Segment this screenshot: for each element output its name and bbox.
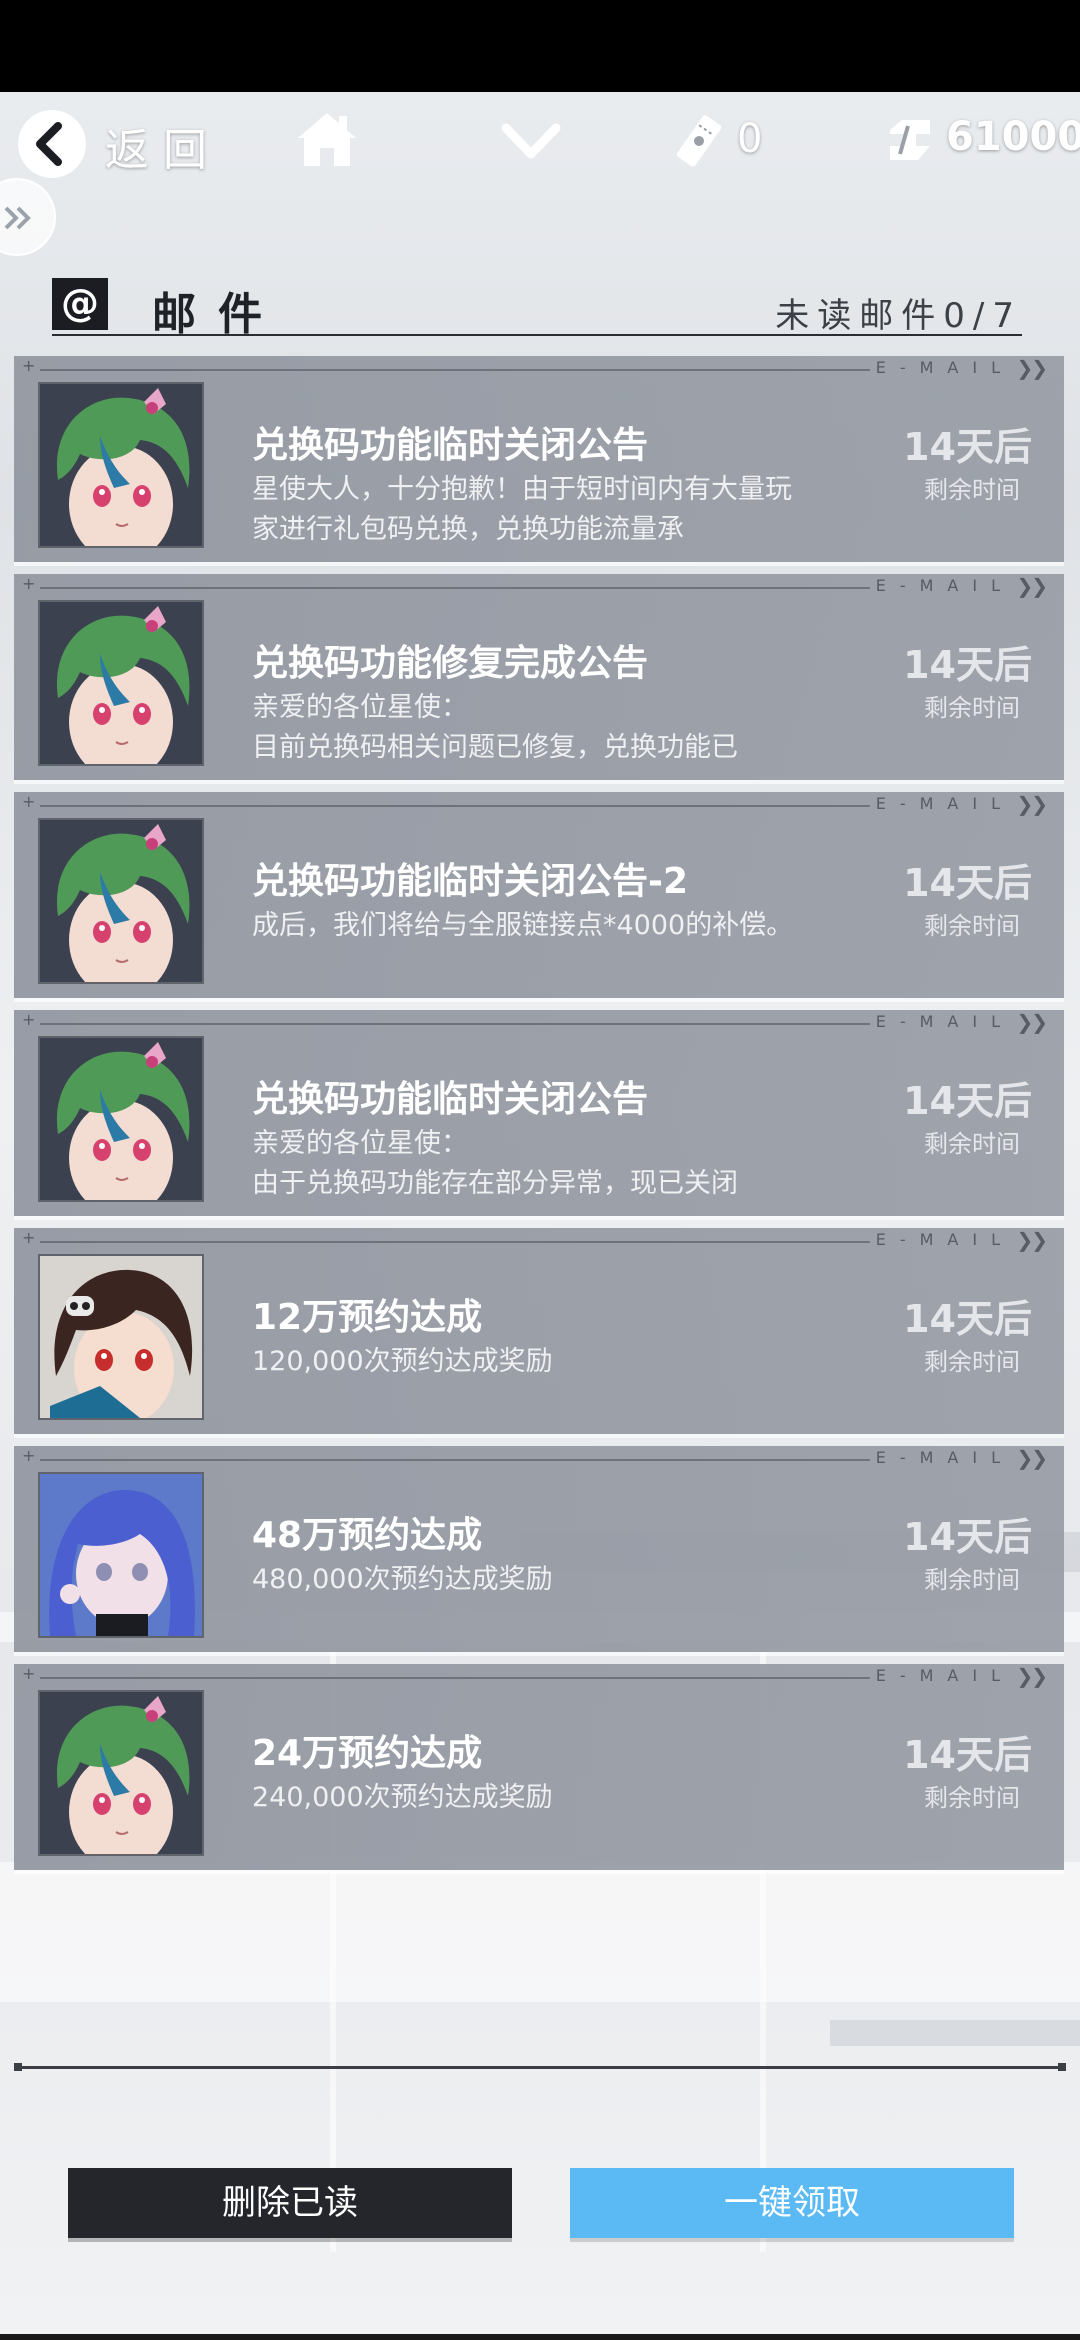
corner-plus-icon: + [22,792,36,811]
mail-item[interactable]: + E-MAIL ❯❯ 48万预约达成 480,000次预约达成奖励 14天后剩余时间 [14,1446,1064,1652]
unread-count: 未读邮件0/7 [775,296,1022,336]
mail-preview: 亲爱的各位星使： 由于兑换码功能存在部分异常，现已关闭 [252,1128,738,1199]
remaining-days: 14天后 [903,643,1032,687]
double-chevron-right-icon: ❯❯ [1016,1010,1047,1034]
mail-preview: 成后，我们将给与全服链接点*4000的补偿。 [252,910,794,941]
brown-hair-avatar [38,1254,204,1420]
mail-title: 24万预约达成 [252,1733,483,1774]
email-tag: E-MAIL [875,1230,1014,1249]
ticket-count: 0 [737,116,763,162]
mail-title: 兑换码功能修复完成公告 [252,643,649,684]
remaining-label: 剩余时间 [924,1348,1020,1376]
remaining-days: 14天后 [903,1733,1032,1777]
mail-title: 兑换码功能临时关闭公告 [252,425,649,466]
top-bar: 返回 0 61000 [0,92,1080,192]
home-icon[interactable] [296,110,358,168]
mail-item[interactable]: + E-MAIL ❯❯ 兑换码功能临时关闭公告-2 成后，我们将给与全服链接点*4000… [14,792,1064,998]
mail-item[interactable]: + E-MAIL ❯❯ 兑换码功能临时关闭公告星使大人，十分抱歉！由于短时间内有大量玩… [14,356,1064,562]
back-button[interactable] [18,110,86,178]
back-label[interactable]: 返回 [105,114,221,178]
mail-title: 兑换码功能临时关闭公告 [252,1079,649,1120]
chevron-down-icon[interactable] [500,122,562,162]
remaining-label: 剩余时间 [924,1130,1020,1158]
link-point-icon [890,120,930,160]
mail-title: 12万预约达成 [252,1297,483,1338]
mail-item[interactable]: + E-MAIL ❯❯ 兑换码功能临时关闭公告亲爱的各位星使： 由于兑换码功能存在部分… [14,1010,1064,1216]
remaining-days: 14天后 [903,1079,1032,1123]
card-divider [40,1459,870,1461]
double-chevron-right-icon [4,206,31,230]
mail-preview: 120,000次预约达成奖励 [252,1346,553,1377]
card-divider [40,805,870,807]
corner-plus-icon: + [22,1664,36,1683]
blue-hair-avatar [38,1472,204,1638]
card-divider [40,587,870,589]
double-chevron-right-icon: ❯❯ [1016,1228,1047,1252]
coin-count: 61000 [946,114,1080,160]
mail-preview: 480,000次预约达成奖励 [252,1564,553,1595]
corner-plus-icon: + [22,356,36,375]
delete-read-button[interactable]: 删除已读 [68,2168,512,2238]
mail-item[interactable]: + E-MAIL ❯❯ 24万预约达成 240,000次预约达成奖励 14天后剩余时间 [14,1664,1064,1870]
card-divider [40,1023,870,1025]
mail-title: 48万预约达成 [252,1515,483,1556]
email-tag: E-MAIL [875,358,1014,377]
remaining-days: 14天后 [903,1515,1032,1559]
back-arrow-icon [36,122,62,166]
green-hair-avatar [38,600,204,766]
screen-edge [0,2334,1080,2340]
green-hair-avatar [38,382,204,548]
bg-shape [830,2020,1080,2046]
mail-preview: 240,000次预约达成奖励 [252,1782,553,1813]
mail-preview: 亲爱的各位星使： 目前兑换码相关问题已修复，兑换功能已 [252,692,738,763]
email-tag: E-MAIL [875,1448,1014,1467]
remaining-label: 剩余时间 [924,694,1020,722]
mail-preview: 星使大人，十分抱歉！由于短时间内有大量玩家进行礼包码兑换，兑换功能流量承 [252,474,792,545]
remaining-days: 14天后 [903,1297,1032,1341]
mail-item[interactable]: + E-MAIL ❯❯ 12万预约达成 120,000次预约达成奖励 14天后剩余时间 [14,1228,1064,1434]
corner-plus-icon: + [22,1446,36,1465]
corner-plus-icon: + [22,1010,36,1029]
green-hair-avatar [38,818,204,984]
ticket-icon [676,115,722,167]
corner-plus-icon: + [22,574,36,593]
card-divider [40,369,870,371]
remaining-label: 剩余时间 [924,1784,1020,1812]
card-divider [40,1677,870,1679]
divider [14,2063,1066,2071]
mail-header: @ 邮件 未读邮件0/7 [52,274,1022,340]
email-tag: E-MAIL [875,576,1014,595]
green-hair-avatar [38,1690,204,1856]
remaining-days: 14天后 [903,425,1032,469]
mail-screen: 返回 0 61000 @ 邮件 未读邮件0/7 + E-MAIL ❯❯ 兑换码功… [0,92,1080,2340]
email-tag: E-MAIL [875,1012,1014,1031]
email-tag: E-MAIL [875,1666,1014,1685]
page-title: 邮件 [152,289,284,340]
double-chevron-right-icon: ❯❯ [1016,574,1047,598]
green-hair-avatar [38,1036,204,1202]
card-divider [40,1241,870,1243]
mail-title: 兑换码功能临时关闭公告-2 [252,861,688,902]
remaining-label: 剩余时间 [924,476,1020,504]
double-chevron-right-icon: ❯❯ [1016,1446,1047,1470]
double-chevron-right-icon: ❯❯ [1016,792,1047,816]
at-icon: @ [52,278,108,330]
claim-all-button[interactable]: 一键领取 [570,2168,1014,2238]
double-chevron-right-icon: ❯❯ [1016,356,1047,380]
remaining-days: 14天后 [903,861,1032,905]
bg-shape [0,1862,1080,2002]
remaining-label: 剩余时间 [924,912,1020,940]
double-chevron-right-icon: ❯❯ [1016,1664,1047,1688]
mail-item[interactable]: + E-MAIL ❯❯ 兑换码功能修复完成公告亲爱的各位星使： 目前兑换码相关问题已修… [14,574,1064,780]
email-tag: E-MAIL [875,794,1014,813]
remaining-label: 剩余时间 [924,1566,1020,1594]
corner-plus-icon: + [22,1228,36,1247]
